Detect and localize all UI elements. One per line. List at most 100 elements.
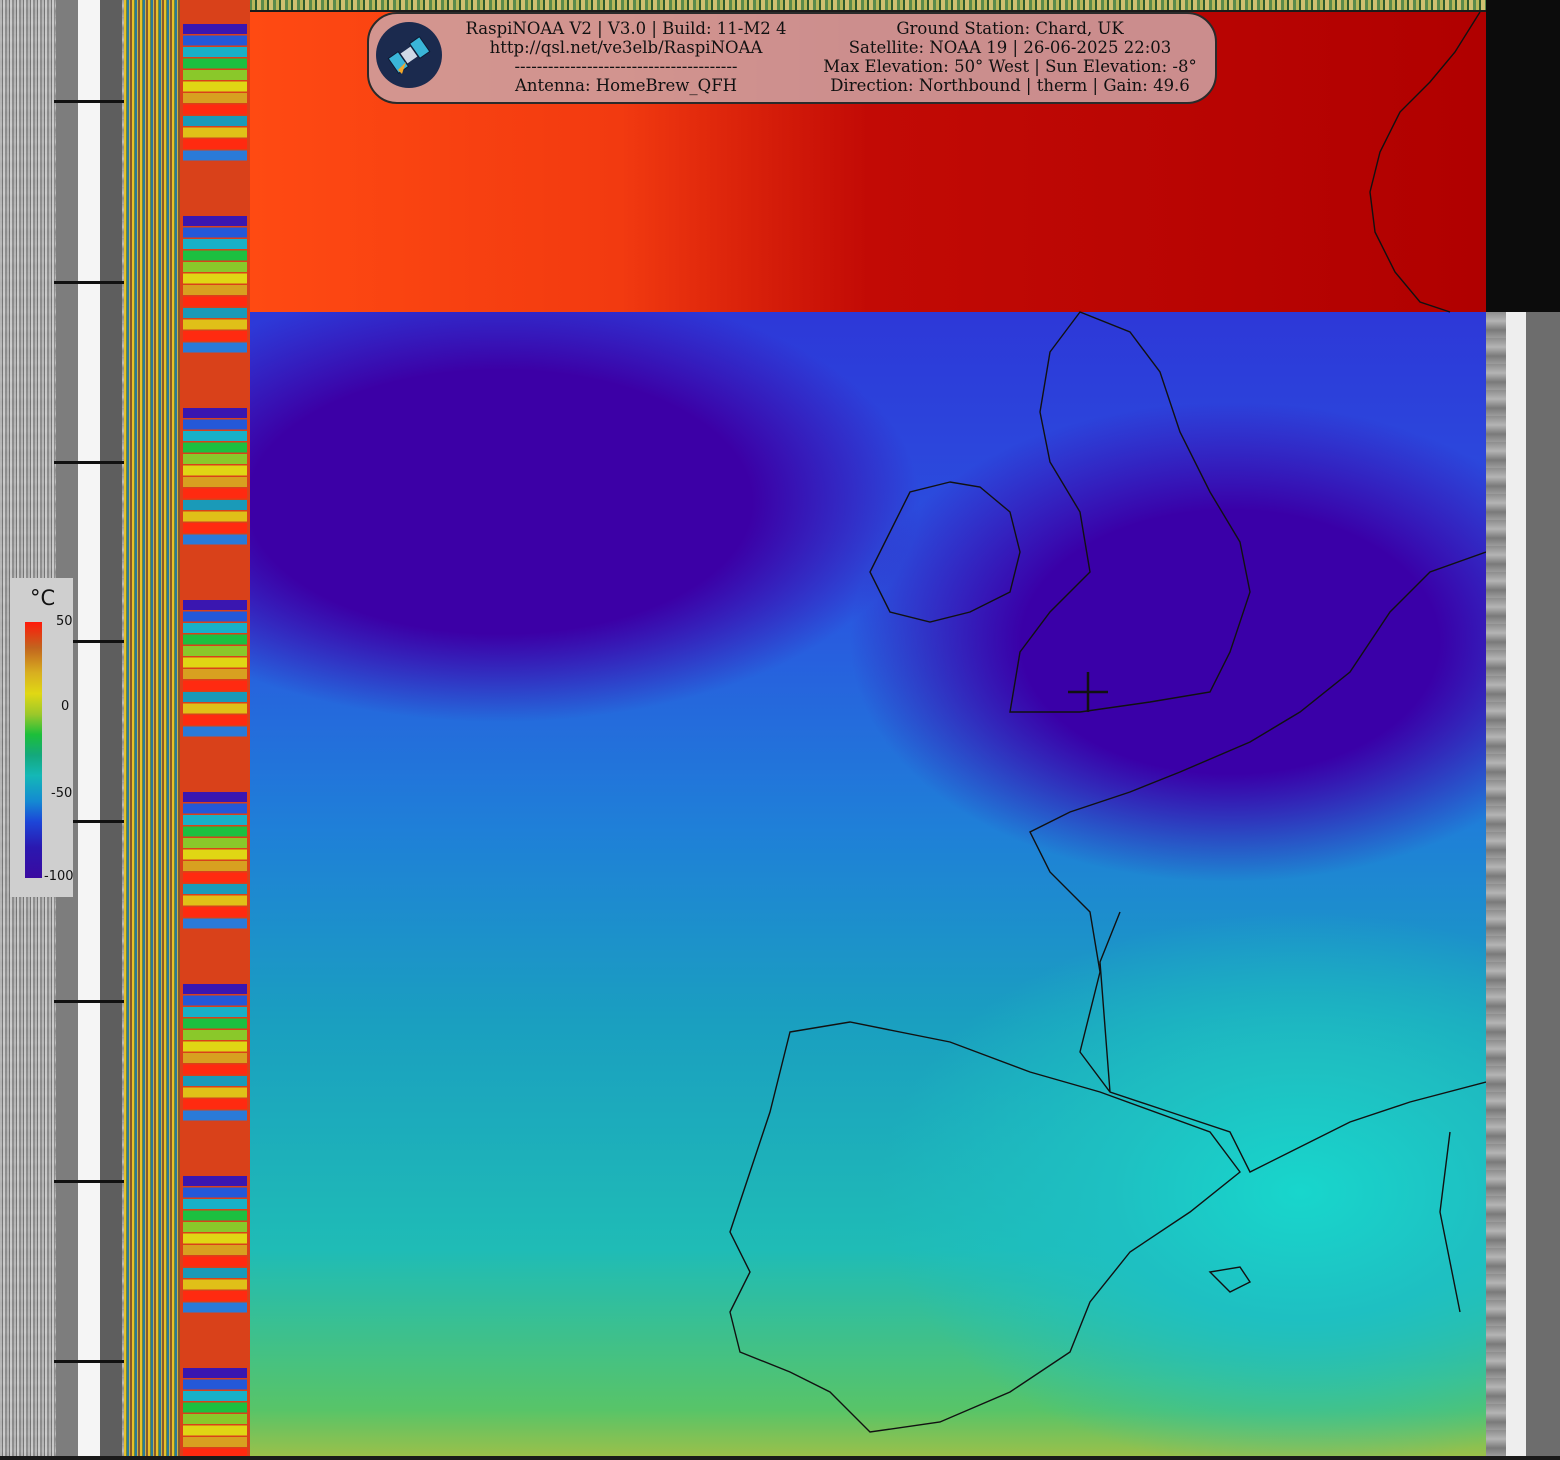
wedge-blocks — [183, 24, 247, 1459]
wedge-step — [183, 408, 247, 418]
legend-unit: °C — [30, 586, 56, 610]
wedge-step — [183, 1245, 247, 1255]
wedge-step — [183, 104, 247, 115]
minute-marker — [54, 100, 124, 103]
wedge-step — [183, 861, 247, 871]
sync-channel-strip — [124, 0, 180, 1456]
wedge-step — [183, 262, 247, 272]
coastline-europe — [1029, 551, 1486, 1173]
wedge-step — [183, 1030, 247, 1040]
coastline-corsica-sardinia — [1439, 1131, 1461, 1313]
wedge-step — [183, 285, 247, 295]
wedge-step — [183, 1437, 247, 1447]
wedge-step — [183, 24, 247, 34]
header-right-column: Ground Station: Chard, UK Satellite: NOA… — [815, 19, 1205, 95]
wedge-step — [183, 984, 247, 994]
border-france-spain — [1099, 911, 1121, 1093]
wedge-step — [183, 657, 247, 668]
wedge-step — [183, 1414, 247, 1424]
wedge-step — [183, 465, 247, 476]
legend-label: 50 — [56, 614, 73, 629]
minute-marker — [54, 1180, 124, 1183]
wedge-step — [183, 726, 247, 737]
minute-marker — [54, 281, 124, 284]
wedge-step — [183, 296, 247, 307]
coastline-great-britain — [1009, 311, 1251, 713]
wedge-step — [183, 454, 247, 464]
separator: ---------------------------------------- — [514, 57, 738, 76]
wedge-step — [183, 93, 247, 103]
wedge-step — [183, 884, 247, 894]
wedge-step — [183, 1176, 247, 1186]
wedge-step — [183, 47, 247, 57]
wedge-step — [183, 1199, 247, 1209]
coastline-ireland — [869, 481, 1021, 623]
dark-bar — [100, 0, 122, 1456]
telemetry-wedge-column — [180, 0, 250, 1459]
wedge-step — [183, 1291, 247, 1301]
white-bar — [1506, 312, 1526, 1456]
wedge-step — [183, 342, 247, 353]
white-bar — [78, 0, 100, 1456]
gray-bar — [1526, 312, 1560, 1456]
wedge-step — [183, 319, 247, 330]
elevation-info: Max Elevation: 50° West | Sun Elevation:… — [823, 57, 1197, 76]
wedge-step — [183, 116, 247, 126]
legend-label: -100 — [44, 869, 74, 884]
wedge-step — [183, 35, 247, 46]
coastline-iberia — [729, 1021, 1241, 1433]
wedge-step — [183, 995, 247, 1006]
wedge-step — [183, 511, 247, 522]
wedge-step — [183, 534, 247, 545]
wedge-step — [183, 1402, 247, 1413]
wedge-step — [183, 431, 247, 441]
minute-marker — [54, 1360, 124, 1363]
software-version: RaspiNOAA V2 | V3.0 | Build: 11-M2 4 — [465, 19, 787, 38]
wedge-step — [183, 1448, 247, 1459]
wedge-step — [183, 703, 247, 714]
wedge-step — [183, 331, 247, 341]
wedge-step — [183, 477, 247, 487]
wedge-step — [183, 523, 247, 533]
wedge-step — [183, 1110, 247, 1121]
wedge-step — [183, 1076, 247, 1086]
wedge-step — [183, 1256, 247, 1267]
coastline-norway — [1369, 12, 1481, 313]
wedge-step — [183, 216, 247, 226]
telemetry-strip-right — [1486, 0, 1560, 1456]
wedge-step — [183, 907, 247, 917]
wedge-step — [183, 600, 247, 610]
wedge-step — [183, 1391, 247, 1401]
wedge-step — [183, 623, 247, 633]
wedge-step — [183, 646, 247, 656]
wedge-step — [183, 308, 247, 318]
wedge-step — [183, 1064, 247, 1075]
wedge-step — [183, 918, 247, 929]
temperature-legend: °C 50 0 -50 -100 — [10, 578, 74, 897]
wedge-step — [183, 872, 247, 883]
wedge-step — [183, 1041, 247, 1052]
pass-info-header: RaspiNOAA V2 | V3.0 | Build: 11-M2 4 htt… — [367, 12, 1217, 104]
satellite-info: Satellite: NOAA 19 | 26-06-2025 22:03 — [848, 38, 1172, 57]
wedge-step — [183, 1007, 247, 1017]
wedge-step — [183, 669, 247, 679]
wedge-step — [183, 1302, 247, 1313]
wedge-step — [183, 81, 247, 92]
minute-marker — [54, 461, 124, 464]
header-left-column: RaspiNOAA V2 | V3.0 | Build: 11-M2 4 htt… — [459, 19, 793, 95]
legend-label: -50 — [51, 786, 73, 801]
wedge-step — [183, 1018, 247, 1029]
wedge-step — [183, 58, 247, 69]
dark-block — [1486, 0, 1560, 312]
wedge-step — [183, 1187, 247, 1198]
wedge-step — [183, 70, 247, 80]
wedge-step — [183, 1210, 247, 1221]
minute-marker — [54, 1000, 124, 1003]
project-url: http://qsl.net/ve3elb/RaspiNOAA — [489, 38, 763, 57]
wedge-step — [183, 250, 247, 261]
wedge-step — [183, 1233, 247, 1244]
wedge-step — [183, 634, 247, 645]
wedge-step — [183, 838, 247, 848]
wedge-step — [183, 1053, 247, 1063]
wedge-step — [183, 1268, 247, 1278]
